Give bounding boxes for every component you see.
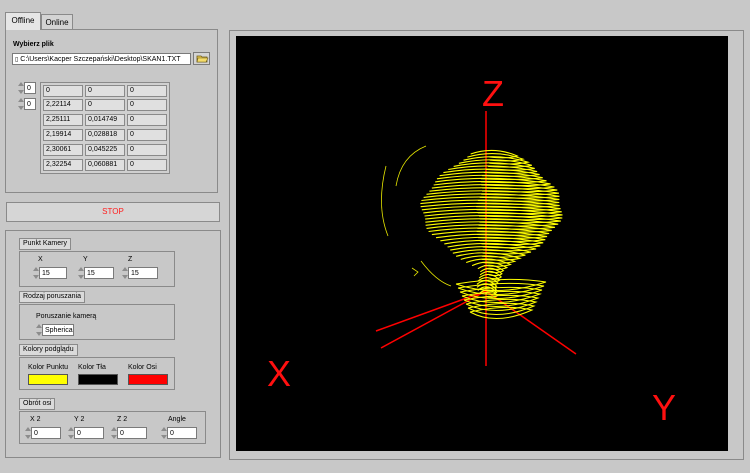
scan-contour <box>411 267 419 277</box>
rotation-z2-field[interactable]: 0 <box>117 427 147 439</box>
rotation-z2-spinner[interactable] <box>110 427 117 439</box>
rotation-group-title: Obrót osi <box>19 398 56 410</box>
scan-contour <box>381 165 389 237</box>
camera-x-spinner[interactable] <box>32 267 39 279</box>
camera-group-title: Punkt Kamery <box>19 238 71 250</box>
stop-button[interactable]: STOP <box>6 202 220 222</box>
table-cell[interactable]: 0 <box>85 85 125 97</box>
rotation-angle-label: Angle <box>168 416 186 423</box>
tab-offline[interactable]: Offline <box>5 12 41 30</box>
axis-line <box>380 290 487 349</box>
colors-group-title: Kolory podglądu <box>19 344 78 356</box>
table-cell[interactable]: 2,25111 <box>43 114 83 126</box>
row-index-spinner[interactable] <box>17 82 24 94</box>
motion-group-title: Rodzaj poruszania <box>19 291 85 303</box>
scan-contour <box>395 145 427 187</box>
axis-label-y: Y <box>652 387 677 428</box>
camera-z-field[interactable]: 15 <box>128 267 158 279</box>
table-cell[interactable]: 0 <box>127 144 167 156</box>
axis-line <box>375 290 487 332</box>
axis-label-x: X <box>267 353 292 394</box>
axis-color-swatch[interactable] <box>128 374 168 385</box>
table-cell[interactable]: 0 <box>127 129 167 141</box>
head-scan-point-cloud <box>381 145 563 320</box>
bg-color-swatch[interactable] <box>78 374 118 385</box>
rotation-angle-field[interactable]: 0 <box>167 427 197 439</box>
table-cell[interactable]: 0,014749 <box>85 114 125 126</box>
axis-label-z: Z <box>482 73 504 114</box>
table-cell[interactable]: 0 <box>127 99 167 111</box>
camera-z-spinner[interactable] <box>121 267 128 279</box>
table-cell[interactable]: 2,32254 <box>43 159 83 171</box>
camera-x-label: X <box>38 256 43 263</box>
camera-y-spinner[interactable] <box>77 267 84 279</box>
table-cell[interactable]: 0,060881 <box>85 159 125 171</box>
rotation-y2-spinner[interactable] <box>67 427 74 439</box>
rotation-z2-label: Z 2 <box>117 416 128 423</box>
bg-color-label: Kolor Tła <box>78 364 106 371</box>
table-cell[interactable]: 0 <box>85 99 125 111</box>
col-index-spinner[interactable] <box>17 98 24 110</box>
3d-view[interactable]: Z X Y <box>236 36 728 451</box>
point-color-label: Kolor Punktu <box>28 364 69 371</box>
table-cell[interactable]: 0,028818 <box>85 129 125 141</box>
table-cell[interactable]: 2,19914 <box>43 129 83 141</box>
folder-icon <box>196 55 209 63</box>
point-color-swatch[interactable] <box>28 374 68 385</box>
table-cell[interactable]: 2,30061 <box>43 144 83 156</box>
scan-contour <box>420 260 452 287</box>
camera-x-field[interactable]: 15 <box>39 267 67 279</box>
table-cell[interactable]: 0 <box>127 85 167 97</box>
table-cell[interactable]: 0 <box>127 159 167 171</box>
table-cell[interactable]: 0 <box>127 114 167 126</box>
file-path-field[interactable]: ▯ C:\Users\Kacper Szczepański\Desktop\SK… <box>12 53 191 65</box>
camera-z-label: Z <box>128 256 133 263</box>
rotation-x2-field[interactable]: 0 <box>31 427 61 439</box>
tab-online[interactable]: Online <box>41 14 73 30</box>
axis-lines <box>375 111 577 366</box>
table-cell[interactable]: 0,045225 <box>85 144 125 156</box>
motion-spinner[interactable] <box>35 324 42 336</box>
path-icon: ▯ <box>15 57 19 63</box>
table-cell[interactable]: 0 <box>43 85 83 97</box>
rotation-x2-label: X 2 <box>30 416 41 423</box>
camera-y-field[interactable]: 15 <box>84 267 114 279</box>
col-index-field[interactable]: 0 <box>24 98 36 110</box>
file-label: Wybierz plik <box>13 41 54 48</box>
rotation-x2-spinner[interactable] <box>24 427 31 439</box>
camera-y-label: Y <box>83 256 88 263</box>
table-cell[interactable]: 2,22114 <box>43 99 83 111</box>
motion-label: Poruszanie kamerą <box>36 313 97 320</box>
rotation-y2-field[interactable]: 0 <box>74 427 104 439</box>
browse-button[interactable] <box>193 52 210 65</box>
rotation-angle-spinner[interactable] <box>160 427 167 439</box>
file-path-text: C:\Users\Kacper Szczepański\Desktop\SKAN… <box>20 56 181 63</box>
axis-color-label: Kolor Osi <box>128 364 157 371</box>
row-index-field[interactable]: 0 <box>24 82 36 94</box>
rotation-y2-label: Y 2 <box>74 416 85 423</box>
motion-select[interactable]: Spherica <box>42 324 74 336</box>
